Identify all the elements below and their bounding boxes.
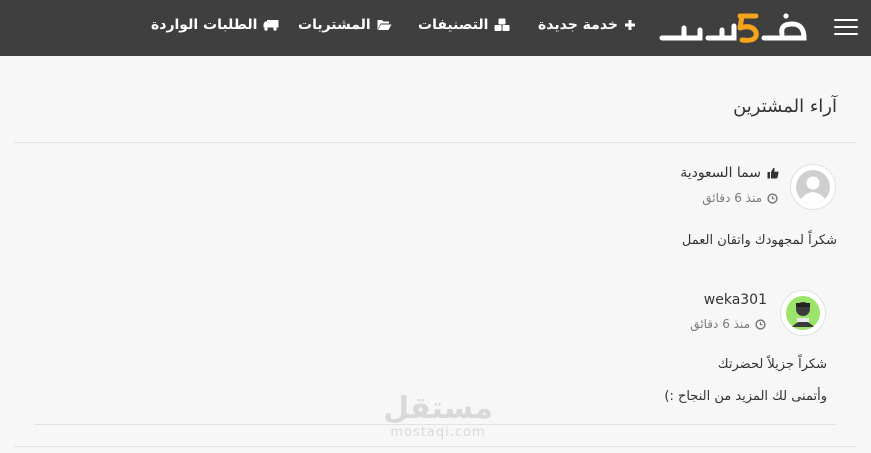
truck-icon <box>263 20 279 31</box>
user-avatar-image <box>781 291 825 335</box>
review-comment-line-2: وأتمنى لك المزيد من النجاح :) <box>664 389 827 404</box>
watermark-latin-text: mostaqi.com <box>390 425 486 440</box>
hamburger-menu-icon[interactable] <box>834 17 858 37</box>
review-user-name[interactable]: weka301 <box>704 292 767 308</box>
nav-incoming-orders[interactable]: الطلبات الواردة <box>151 14 279 36</box>
watermark-arabic-text: مستقل <box>383 391 493 426</box>
nav-incoming-orders-label: الطلبات الواردة <box>151 17 258 33</box>
avatar-default[interactable] <box>790 164 836 210</box>
review-user-name[interactable]: سما السعودية <box>680 165 779 181</box>
review-time: منذ 6 دقائق <box>690 317 766 331</box>
cubes-icon <box>494 18 510 31</box>
section-divider <box>14 142 856 143</box>
top-navigation-bar: خدمة جديدة التصنيفات المشتريات الطلبات ا… <box>0 0 871 56</box>
nav-categories[interactable]: التصنيفات <box>418 14 510 36</box>
review-time-text: منذ 6 دقائق <box>702 191 762 205</box>
section-bottom-divider <box>14 446 856 447</box>
nav-new-service[interactable]: خدمة جديدة <box>538 14 636 36</box>
khamsat-logo[interactable] <box>656 8 808 48</box>
review-time: منذ 6 دقائق <box>702 191 778 205</box>
review-user-name-text: سما السعودية <box>680 165 761 181</box>
review-time-text: منذ 6 دقائق <box>690 317 750 331</box>
review-user-name-text: weka301 <box>703 292 767 308</box>
clock-icon <box>755 318 766 330</box>
nav-new-service-label: خدمة جديدة <box>538 17 618 33</box>
nav-purchases-label: المشتريات <box>298 17 371 33</box>
nav-purchases[interactable]: المشتريات <box>298 14 392 36</box>
folder-open-icon <box>377 20 392 30</box>
plus-icon <box>625 20 635 30</box>
nav-categories-label: التصنيفات <box>418 17 489 33</box>
default-user-icon <box>791 165 835 209</box>
mostaql-watermark: مستقل mostaqi.com <box>378 392 498 440</box>
review-comment-line-1: شكراً جزيلاً لحضرتك <box>717 357 827 372</box>
clock-icon <box>767 192 778 204</box>
avatar-weka301[interactable] <box>780 290 826 336</box>
reviews-section-title: آراء المشترين <box>733 96 837 117</box>
thumbs-up-icon <box>767 167 779 179</box>
review-comment: شكراً لمجهودك واتقان العمل <box>681 233 837 248</box>
